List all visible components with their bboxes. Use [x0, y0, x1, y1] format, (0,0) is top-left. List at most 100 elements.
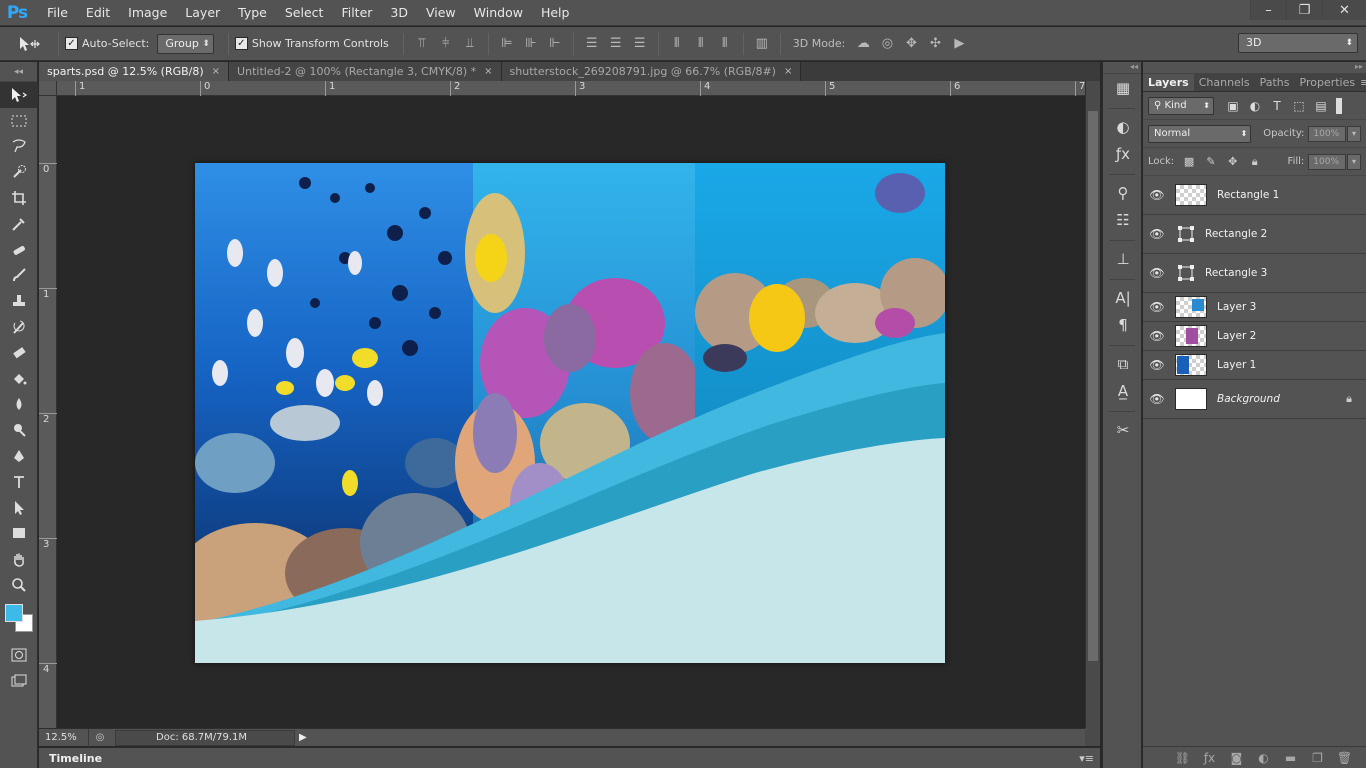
- tab-close-icon[interactable]: ×: [212, 66, 220, 77]
- zoom-level[interactable]: 12.5%: [39, 728, 89, 747]
- history-panel-icon[interactable]: ▦: [1103, 74, 1143, 101]
- rectangle-tool-icon[interactable]: [0, 521, 38, 547]
- filter-smart-object-icon[interactable]: ▤: [1310, 99, 1332, 113]
- move-tool-icon[interactable]: [0, 82, 38, 108]
- tab-properties[interactable]: Properties: [1295, 74, 1361, 91]
- filter-pixel-icon[interactable]: ▣: [1222, 99, 1244, 113]
- dodge-tool-icon[interactable]: [0, 417, 38, 443]
- type-tool-icon[interactable]: [0, 469, 38, 495]
- paragraph-panel-icon[interactable]: ¶: [1103, 311, 1143, 338]
- menu-image[interactable]: Image: [119, 0, 176, 26]
- menu-edit[interactable]: Edit: [77, 0, 119, 26]
- adjustments-panel-icon[interactable]: ◐: [1103, 113, 1143, 140]
- filter-shape-icon[interactable]: ⬚: [1288, 99, 1310, 113]
- healing-brush-tool-icon[interactable]: [0, 237, 38, 263]
- panel-menu-icon[interactable]: ≡: [1360, 74, 1366, 91]
- layer-mask-icon[interactable]: ◙: [1223, 751, 1250, 765]
- distribute-bottom-icon[interactable]: ☰: [628, 33, 652, 55]
- 3d-roll-icon[interactable]: ◎: [875, 33, 899, 55]
- opacity-input[interactable]: 100%: [1308, 125, 1347, 142]
- layer-row-rectangle-2[interactable]: 👁︎ Rectangle 2: [1143, 215, 1366, 254]
- layer-row-layer-3[interactable]: 👁︎ Layer 3: [1143, 293, 1366, 322]
- distribute-left-icon[interactable]: ⫴: [665, 33, 689, 55]
- 3d-orbit-icon[interactable]: ☁: [851, 33, 875, 55]
- paint-bucket-tool-icon[interactable]: [0, 366, 38, 392]
- new-group-icon[interactable]: ▬: [1277, 751, 1304, 765]
- auto-align-icon[interactable]: ▥: [750, 33, 774, 55]
- pen-tool-icon[interactable]: [0, 443, 38, 469]
- lock-transparent-icon[interactable]: ▩: [1178, 155, 1200, 168]
- foreground-color-swatch[interactable]: [5, 603, 23, 622]
- menu-window[interactable]: Window: [465, 0, 532, 26]
- layer-row-rectangle-3[interactable]: 👁︎ Rectangle 3: [1143, 254, 1366, 293]
- visibility-eye-icon[interactable]: 👁︎: [1143, 358, 1171, 372]
- align-vcenter-icon[interactable]: ⫩: [434, 33, 458, 55]
- lock-image-icon[interactable]: ✎: [1200, 155, 1222, 168]
- restore-button[interactable]: ❐: [1286, 0, 1322, 20]
- distribute-top-icon[interactable]: ☰: [580, 33, 604, 55]
- layer-row-rectangle-1[interactable]: 👁︎ Rectangle 1: [1143, 176, 1366, 215]
- panel-collapse-icon[interactable]: ◂◂: [0, 62, 37, 82]
- menu-3d[interactable]: 3D: [381, 0, 417, 26]
- align-right-icon[interactable]: ⊩: [543, 33, 567, 55]
- distribute-right-icon[interactable]: ⫴: [713, 33, 737, 55]
- distribute-hcenter-icon[interactable]: ⫴: [689, 33, 713, 55]
- canvas-area[interactable]: [57, 96, 1085, 728]
- menu-layer[interactable]: Layer: [176, 0, 229, 26]
- auto-select-group-dropdown[interactable]: Group: [157, 33, 214, 54]
- scrollbar-thumb[interactable]: [1088, 111, 1098, 661]
- visibility-eye-icon[interactable]: 👁︎: [1143, 266, 1171, 280]
- document-canvas[interactable]: [195, 163, 945, 663]
- color-swatches[interactable]: [0, 598, 37, 642]
- menu-file[interactable]: File: [38, 0, 77, 26]
- marquee-tool-icon[interactable]: [0, 108, 38, 134]
- vertical-ruler[interactable]: 0 1 2 3 4: [39, 96, 57, 728]
- tab-untitled-2[interactable]: Untitled-2 @ 100% (Rectangle 3, CMYK/8) …: [229, 62, 502, 81]
- clone-stamp-tool-icon[interactable]: [0, 288, 38, 314]
- fill-input[interactable]: 100%: [1308, 153, 1347, 170]
- tab-close-icon[interactable]: ×: [784, 66, 792, 77]
- menu-type[interactable]: Type: [229, 0, 276, 26]
- eyedropper-tool-icon[interactable]: [0, 211, 38, 237]
- workspace-dropdown[interactable]: 3D: [1238, 33, 1358, 53]
- character-styles-icon[interactable]: ⧉: [1103, 350, 1143, 377]
- adjustment-layer-icon[interactable]: ◐: [1250, 751, 1277, 765]
- path-selection-tool-icon[interactable]: [0, 495, 38, 521]
- distribute-vcenter-icon[interactable]: ☰: [604, 33, 628, 55]
- opacity-slider-toggle[interactable]: ▾: [1347, 125, 1361, 142]
- lock-all-icon[interactable]: 🔒︎: [1244, 155, 1266, 169]
- tab-layers[interactable]: Layers: [1143, 74, 1194, 91]
- tab-paths[interactable]: Paths: [1255, 74, 1295, 91]
- ruler-origin[interactable]: [39, 81, 57, 96]
- filter-type-icon[interactable]: T: [1266, 99, 1288, 113]
- layer-row-background[interactable]: 👁︎ Background 🔒︎: [1143, 380, 1366, 419]
- layer-row-layer-1[interactable]: 👁︎ Layer 1: [1143, 351, 1366, 380]
- tab-close-icon[interactable]: ×: [484, 66, 492, 77]
- fill-slider-toggle[interactable]: ▾: [1347, 153, 1361, 170]
- character-panel-icon[interactable]: A|: [1103, 284, 1143, 311]
- tab-sparts[interactable]: sparts.psd @ 12.5% (RGB/8) ×: [39, 62, 230, 81]
- blend-mode-dropdown[interactable]: Normal: [1148, 124, 1252, 143]
- menu-help[interactable]: Help: [532, 0, 579, 26]
- delete-layer-icon[interactable]: 🗑︎: [1331, 751, 1358, 765]
- export-icon[interactable]: ◎: [89, 732, 111, 743]
- lock-position-icon[interactable]: ✥: [1222, 155, 1244, 168]
- visibility-eye-icon[interactable]: 👁︎: [1143, 188, 1171, 202]
- close-button[interactable]: ✕: [1322, 0, 1366, 20]
- vertical-scrollbar[interactable]: [1085, 81, 1100, 728]
- minimize-button[interactable]: –: [1250, 0, 1286, 20]
- timeline-label[interactable]: Timeline: [39, 752, 102, 765]
- auto-select-checkbox[interactable]: ✓: [65, 37, 78, 50]
- visibility-eye-icon[interactable]: 👁︎: [1143, 300, 1171, 314]
- tab-shutterstock[interactable]: shutterstock_269208791.jpg @ 66.7% (RGB/…: [501, 62, 802, 81]
- visibility-eye-icon[interactable]: 👁︎: [1143, 227, 1171, 241]
- crop-tool-icon[interactable]: [0, 185, 38, 211]
- align-hcenter-icon[interactable]: ⊪: [519, 33, 543, 55]
- panel-collapse-icon[interactable]: ▸▸: [1143, 62, 1366, 74]
- clone-source-icon[interactable]: ⊥: [1103, 245, 1143, 272]
- visibility-eye-icon[interactable]: 👁︎: [1143, 392, 1171, 406]
- filter-toggle[interactable]: [1336, 97, 1342, 114]
- new-layer-icon[interactable]: ❐: [1304, 751, 1331, 765]
- panel-menu-icon[interactable]: ▾≡: [1079, 752, 1094, 765]
- move-tool-preset-icon[interactable]: [6, 31, 52, 57]
